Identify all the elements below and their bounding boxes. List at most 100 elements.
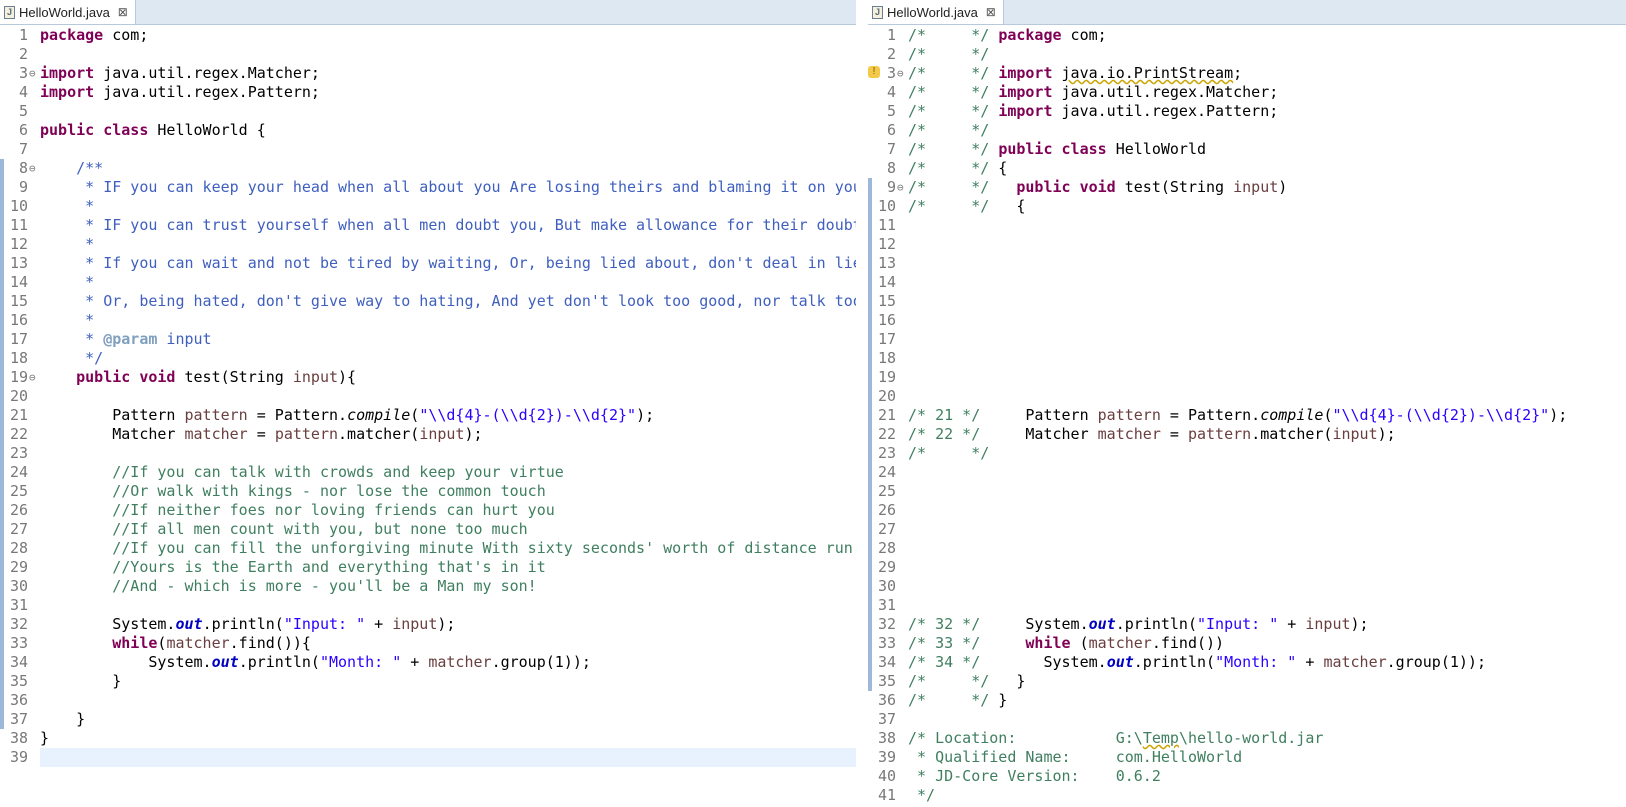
code-text[interactable]: Pattern pattern = Pattern.compile("\\d{4… <box>40 406 654 425</box>
fold-toggle-icon[interactable]: ⊖ <box>897 64 904 83</box>
code-line[interactable]: 21 Pattern pattern = Pattern.compile("\\… <box>0 406 856 425</box>
code-text[interactable]: public class HelloWorld { <box>40 121 266 140</box>
code-line[interactable]: 33 /* 33 */ while (matcher.find()) <box>868 634 1626 653</box>
code-text[interactable]: /* 32 */ System.out.println("Input: " + … <box>908 615 1369 634</box>
code-text[interactable]: /* */ import java.util.regex.Pattern; <box>908 102 1278 121</box>
code-line[interactable]: 23 /* */ <box>868 444 1626 463</box>
code-line[interactable]: 25 <box>868 482 1626 501</box>
code-line[interactable]: 29 //Yours is the Earth and everything t… <box>0 558 856 577</box>
code-line[interactable]: 38} <box>0 729 856 748</box>
code-line[interactable]: 9 ⊖/* */ public void test(String input) <box>868 178 1626 197</box>
code-line[interactable]: 40 * JD-Core Version: 0.6.2 <box>868 767 1626 786</box>
code-text[interactable]: } <box>40 672 121 691</box>
code-text[interactable]: //Or walk with kings - nor lose the comm… <box>40 482 545 501</box>
code-text[interactable]: * IF you can trust yourself when all men… <box>40 216 856 235</box>
code-text[interactable]: /* Location: G:\Temp\hello-world.jar <box>908 729 1323 748</box>
code-text[interactable]: /** <box>40 159 103 178</box>
code-line[interactable]: 14 <box>868 273 1626 292</box>
code-text[interactable]: /* 22 */ Matcher matcher = pattern.match… <box>908 425 1396 444</box>
code-line[interactable]: 35 } <box>0 672 856 691</box>
code-line[interactable]: 9 * IF you can keep your head when all a… <box>0 178 856 197</box>
code-line[interactable]: 22 /* 22 */ Matcher matcher = pattern.mat… <box>868 425 1626 444</box>
code-text[interactable]: //If all men count with you, but none to… <box>40 520 527 539</box>
code-line[interactable]: 25 //Or walk with kings - nor lose the c… <box>0 482 856 501</box>
code-line[interactable]: 19 ⊖ public void test(String input){ <box>0 368 856 387</box>
code-text[interactable]: while(matcher.find()){ <box>40 634 311 653</box>
code-line[interactable]: 39 <box>0 748 856 767</box>
code-line[interactable]: 34 System.out.println("Month: " + matche… <box>0 653 856 672</box>
right-code-area[interactable]: 1/* */ package com; 2/* */! 3 ⊖/* */ import… <box>868 26 1626 807</box>
fold-toggle-icon[interactable]: ⊖ <box>29 159 36 178</box>
code-text[interactable]: * IF you can keep your head when all abo… <box>40 178 856 197</box>
code-text[interactable]: /* */ { <box>908 197 1025 216</box>
code-line[interactable]: 18 <box>868 349 1626 368</box>
code-line[interactable]: 7 /* */ public class HelloWorld <box>868 140 1626 159</box>
code-line[interactable]: 8 /* */ { <box>868 159 1626 178</box>
code-line[interactable]: 7 <box>0 140 856 159</box>
code-line[interactable]: 41 */ <box>868 786 1626 805</box>
code-text[interactable]: /* */ } <box>908 691 1007 710</box>
code-line[interactable]: ! 3 ⊖/* */ import java.io.PrintStream; <box>868 64 1626 83</box>
code-text[interactable]: */ <box>908 786 935 805</box>
code-text[interactable]: * If you can wait and not be tired by wa… <box>40 254 856 273</box>
left-editor-pane[interactable]: J HelloWorld.java ⊠ 1 package com; 2 3 ⊖ impo… <box>0 0 856 807</box>
code-line[interactable]: 33 while(matcher.find()){ <box>0 634 856 653</box>
code-line[interactable]: 37 <box>868 710 1626 729</box>
code-text[interactable]: * Or, being hated, don't give way to hat… <box>40 292 856 311</box>
code-line[interactable]: 24 <box>868 463 1626 482</box>
code-text[interactable]: Matcher matcher = pattern.matcher(input)… <box>40 425 482 444</box>
code-text[interactable]: /* 33 */ while (matcher.find()) <box>908 634 1224 653</box>
code-text[interactable]: //And - which is more - you'll be a Man … <box>40 577 536 596</box>
code-line[interactable]: 10 /* */ { <box>868 197 1626 216</box>
code-text[interactable]: /* */ <box>908 121 989 140</box>
code-line[interactable]: 5 <box>0 102 856 121</box>
code-line[interactable]: 20 <box>0 387 856 406</box>
code-line[interactable]: 20 <box>868 387 1626 406</box>
code-text[interactable]: /* */ <box>908 45 989 64</box>
code-line[interactable]: 26 //If neither foes nor loving friends … <box>0 501 856 520</box>
code-text[interactable]: * <box>40 235 94 254</box>
code-text[interactable]: /* */ package com; <box>908 26 1107 45</box>
code-line[interactable]: 17 * @param input <box>0 330 856 349</box>
code-line[interactable]: 28 //If you can fill the unforgiving min… <box>0 539 856 558</box>
code-text[interactable]: * @param input <box>40 330 211 349</box>
code-text[interactable]: /* 34 */ System.out.println("Month: " + … <box>908 653 1486 672</box>
code-text[interactable]: import java.util.regex.Matcher; <box>40 64 320 83</box>
code-line[interactable]: 2 /* */ <box>868 45 1626 64</box>
code-text[interactable]: System.out.println("Input: " + input); <box>40 615 455 634</box>
code-text[interactable]: public void test(String input){ <box>40 368 356 387</box>
code-line[interactable]: 31 <box>0 596 856 615</box>
code-line[interactable]: 11 <box>868 216 1626 235</box>
code-line[interactable]: 36 /* */ } <box>868 691 1626 710</box>
code-line[interactable]: 24 //If you can talk with crowds and kee… <box>0 463 856 482</box>
code-line[interactable]: 1 package com; <box>0 26 856 45</box>
code-line[interactable]: 2 <box>0 45 856 64</box>
code-line[interactable]: 13 * If you can wait and not be tired by… <box>0 254 856 273</box>
code-text[interactable]: */ <box>40 349 103 368</box>
left-code-area[interactable]: 1 package com; 2 3 ⊖ import java.util.regex.M… <box>0 26 856 807</box>
code-line[interactable]: 27 //If all men count with you, but none… <box>0 520 856 539</box>
code-line[interactable]: 27 <box>868 520 1626 539</box>
code-line[interactable]: 34 /* 34 */ System.out.println("Month: " … <box>868 653 1626 672</box>
code-line[interactable]: 13 <box>868 254 1626 273</box>
fold-toggle-icon[interactable]: ⊖ <box>29 64 36 83</box>
code-text[interactable]: /* */ public void test(String input) <box>908 178 1287 197</box>
fold-toggle-icon[interactable]: ⊖ <box>897 178 904 197</box>
code-line[interactable]: 15 * Or, being hated, don't give way to … <box>0 292 856 311</box>
code-text[interactable]: * JD-Core Version: 0.6.2 <box>908 767 1161 786</box>
code-line[interactable]: 4 import java.util.regex.Pattern; <box>0 83 856 102</box>
code-line[interactable]: 6 public class HelloWorld { <box>0 121 856 140</box>
close-icon[interactable]: ⊠ <box>986 5 996 19</box>
code-line[interactable]: 4 /* */ import java.util.regex.Matcher; <box>868 83 1626 102</box>
code-text[interactable]: /* */ public class HelloWorld <box>908 140 1206 159</box>
code-line[interactable]: 14 * <box>0 273 856 292</box>
code-line[interactable]: 29 <box>868 558 1626 577</box>
code-line[interactable]: 6 /* */ <box>868 121 1626 140</box>
code-text[interactable]: /* 21 */ Pattern pattern = Pattern.compi… <box>908 406 1567 425</box>
code-text[interactable]: /* */ import java.io.PrintStream; <box>908 64 1242 83</box>
code-text[interactable]: System.out.println("Month: " + matcher.g… <box>40 653 591 672</box>
code-line[interactable]: 39 * Qualified Name: com.HelloWorld <box>868 748 1626 767</box>
code-line[interactable]: 30 //And - which is more - you'll be a M… <box>0 577 856 596</box>
code-text[interactable]: } <box>40 710 85 729</box>
code-line[interactable]: 17 <box>868 330 1626 349</box>
